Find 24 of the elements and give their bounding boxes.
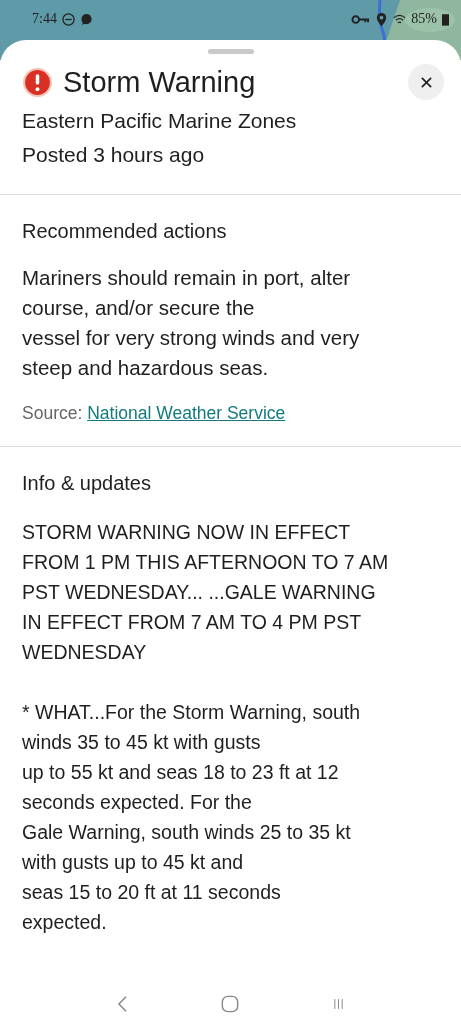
back-icon[interactable] (116, 995, 128, 1013)
section-heading: Recommended actions (22, 219, 228, 244)
home-icon[interactable] (221, 995, 240, 1013)
exclamation-icon (22, 66, 53, 98)
status-time: 7:44 (32, 11, 57, 27)
alert-area: Eastern Pacific Marine Zones (0, 104, 461, 138)
alert-title: Storm Warning (63, 65, 257, 99)
update-paragraph: STORM WARNING NOW IN EFFECT FROM 1 PM THIS AFTERNOON TO 7 AM PST WEDNESDAY... ...GALE WARNING IN EFFECT FROM 7 AM TO 4 PM PST WEDNESDAY (22, 520, 390, 665)
battery-percentage: 85% (411, 11, 437, 27)
battery-icon (442, 12, 449, 26)
source-label: Source: (22, 403, 83, 423)
chat-bubble-icon (79, 12, 93, 26)
drag-handle[interactable] (207, 49, 254, 54)
wifi-icon (393, 12, 407, 26)
close-icon (419, 75, 433, 89)
posted-time: Posted 3 hours ago (21, 142, 206, 168)
location-pin-icon (375, 12, 389, 26)
update-paragraph: * WHAT...For the Storm Warning, south winds 35 to 45 kt with gusts up to 55 kt and seas 18 to 23 ft at 12 seconds expected. For the Gale Warning, south winds 25 to 35 kt with gusts up to 45 kt and seas 15 to 20 ft at 11 seconds expected. (22, 700, 362, 935)
do-not-disturb-icon (61, 12, 75, 26)
recommended-text: Mariners should remain in port, alter course, and/or secure the vessel for very strong winds and very steep and hazardous seas. (22, 265, 361, 381)
source-link[interactable]: National Weather Service (87, 403, 286, 423)
section-heading: Info & updates (22, 471, 152, 496)
key-icon (351, 12, 371, 26)
close-button[interactable] (408, 64, 444, 100)
